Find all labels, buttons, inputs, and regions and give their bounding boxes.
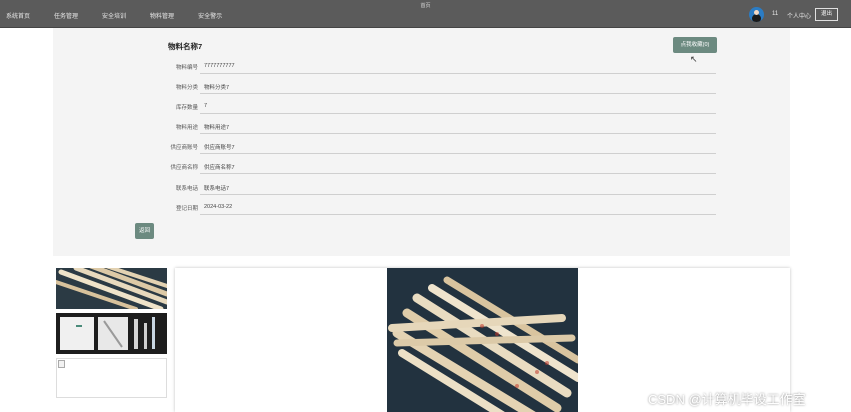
field-underline xyxy=(200,153,716,154)
nav-item-materials[interactable]: 物料管理 xyxy=(150,11,174,20)
field-label: 物料分类 xyxy=(175,85,198,91)
nav-item-tasks[interactable]: 任务管理 xyxy=(54,11,78,20)
field-value: 物料用途7 xyxy=(204,125,230,131)
field-underline xyxy=(200,93,716,94)
nav-item-home[interactable]: 系统首页 xyxy=(6,11,30,20)
field-label: 物料编号 xyxy=(175,65,198,71)
field-row: 物料分类 物料分类7 xyxy=(120,80,716,100)
user-center-link[interactable]: 个人中心 xyxy=(787,11,811,20)
field-underline xyxy=(200,73,716,74)
back-button[interactable]: 返回 xyxy=(135,223,154,239)
thumbnail-image-3[interactable] xyxy=(56,358,167,398)
field-value: 2024-03-22 xyxy=(204,204,233,210)
field-label: 供应商名称 xyxy=(170,165,198,171)
logout-button[interactable]: 退出 xyxy=(815,8,838,21)
top-navigation-bar: 首页 系统首页 任务管理 安全培训 物料管理 安全警示 11 个人中心 退出 xyxy=(0,0,851,28)
field-underline xyxy=(200,113,716,114)
page-title: 首页 xyxy=(420,3,431,9)
field-label: 联系电话 xyxy=(175,186,198,192)
field-value: 供应商名称7 xyxy=(204,165,235,171)
favorite-button[interactable]: 点我收藏(0) xyxy=(673,37,717,53)
field-row: 供应商名称 供应商名称7 xyxy=(120,160,716,180)
field-value: 7 xyxy=(204,103,208,109)
field-row: 供应商账号 供应商账号7 xyxy=(120,140,716,160)
nav-item-training[interactable]: 安全培训 xyxy=(102,11,126,20)
field-value: 7777777777 xyxy=(204,63,235,69)
field-underline xyxy=(200,214,716,215)
field-row: 联系电话 联系电话7 xyxy=(120,181,716,201)
field-row: 物料用途 物料用途7 xyxy=(120,120,716,140)
material-title: 物料名称7 xyxy=(168,42,203,51)
field-label: 供应商账号 xyxy=(170,145,198,151)
field-row: 库存数量 7 xyxy=(120,100,716,120)
broken-image-icon xyxy=(58,360,65,368)
thumbnail-image-2[interactable] xyxy=(56,313,167,354)
field-underline xyxy=(200,194,716,195)
field-underline xyxy=(200,133,716,134)
field-label: 登记日期 xyxy=(175,206,198,212)
thumbnail-image-1[interactable] xyxy=(56,268,167,309)
field-row: 物料编号 7777777777 xyxy=(120,60,716,80)
watermark: CSDN @计算机毕设工作室 xyxy=(648,392,806,407)
main-nav: 系统首页 任务管理 安全培训 物料管理 安全警示 xyxy=(6,11,246,20)
field-value: 物料分类7 xyxy=(204,85,230,91)
main-product-image xyxy=(387,268,578,412)
field-value: 供应商账号7 xyxy=(204,145,235,151)
field-value: 联系电话7 xyxy=(204,186,230,192)
field-row: 登记日期 2024-03-22 xyxy=(120,201,716,221)
field-label: 物料用途 xyxy=(175,125,198,131)
nav-item-warnings[interactable]: 安全警示 xyxy=(198,11,222,20)
field-underline xyxy=(200,173,716,174)
field-label: 库存数量 xyxy=(175,105,198,111)
user-avatar-icon[interactable] xyxy=(749,7,764,22)
user-name: 11 xyxy=(772,11,779,17)
